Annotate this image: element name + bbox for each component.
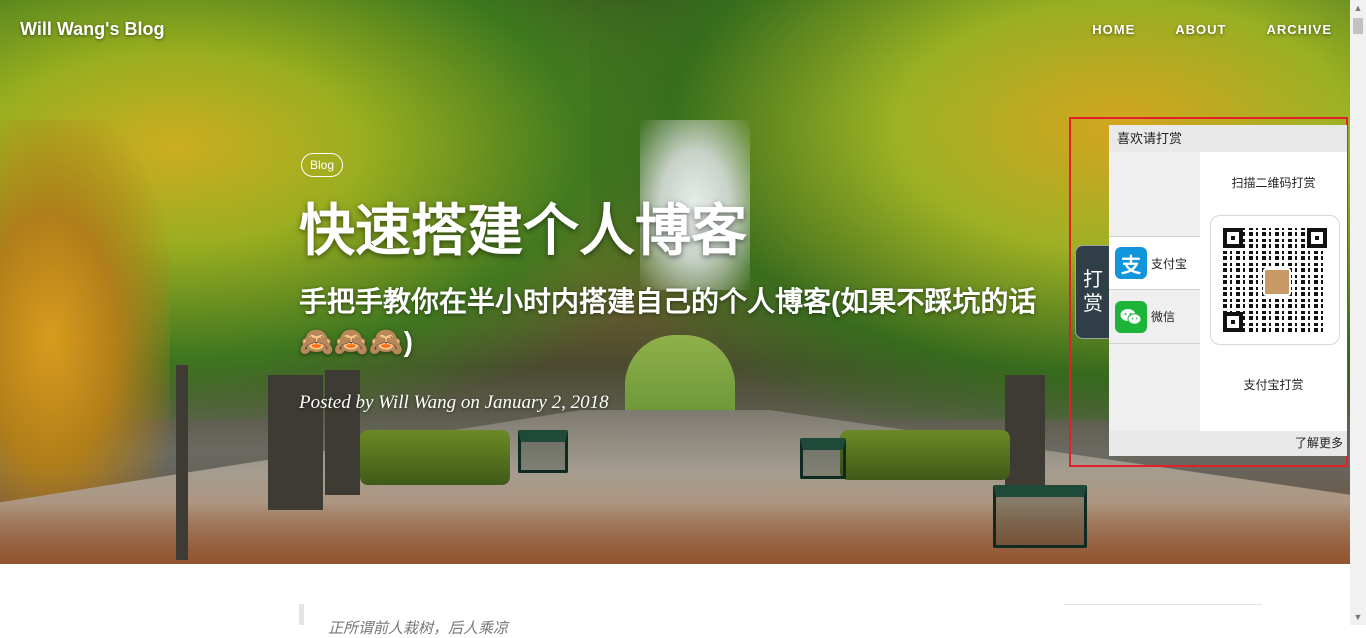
payment-method-alipay[interactable]: 支 支付宝 <box>1109 236 1200 290</box>
donate-header: 喜欢请打赏 <box>1109 125 1347 152</box>
hedge <box>360 430 510 485</box>
qr-code-frame <box>1210 215 1340 345</box>
scroll-up-arrow-icon[interactable]: ▲ <box>1350 0 1366 16</box>
qr-finder-pattern <box>1223 312 1243 332</box>
qr-area: 扫描二维码打赏 支付宝打赏 <box>1200 152 1347 431</box>
alipay-icon: 支 <box>1115 247 1147 279</box>
tree-trunk <box>325 370 360 495</box>
post-meta-prefix: Posted by <box>299 392 374 413</box>
park-bench <box>518 430 568 473</box>
blockquote-bar <box>299 604 304 625</box>
post-meta: Posted by Will Wang on January 2, 2018 <box>299 392 609 414</box>
learn-more-link[interactable]: 了解更多 <box>1109 431 1347 456</box>
donate-tab-char-2: 赏 <box>1083 293 1103 315</box>
post-meta-on: on <box>460 392 480 413</box>
nav-about[interactable]: ABOUT <box>1175 22 1226 37</box>
tree-trunk <box>1005 375 1045 495</box>
nav-home[interactable]: HOME <box>1092 22 1135 37</box>
donate-panel: 喜欢请打赏 支 支付宝 微信 扫描二维码打赏 支付宝打赏 了解更多 <box>1109 125 1347 456</box>
scroll-down-arrow-icon[interactable]: ▼ <box>1350 609 1366 625</box>
park-bench <box>993 485 1087 548</box>
donate-tab-button[interactable]: 打 赏 <box>1075 245 1110 339</box>
donate-tab-char-1: 打 <box>1083 269 1103 291</box>
main-nav: HOME ABOUT ARCHIVE <box>1092 22 1332 37</box>
qr-finder-pattern <box>1223 228 1243 248</box>
hedge <box>840 430 1010 480</box>
sidebar-divider <box>1064 604 1262 605</box>
post-author: Will Wang <box>378 392 457 413</box>
post-title: 快速搭建个人博客 <box>299 199 747 262</box>
site-brand-link[interactable]: Will Wang's Blog <box>20 19 164 40</box>
post-tag[interactable]: Blog <box>301 153 344 177</box>
post-subtitle: 手把手教你在半小时内搭建自己的个人博客(如果不踩坑的话🙈🙈🙈) <box>299 286 1037 357</box>
nav-archive[interactable]: ARCHIVE <box>1266 22 1332 37</box>
scrollbar-thumb[interactable] <box>1353 18 1363 34</box>
wechat-icon <box>1115 300 1147 333</box>
wechat-label: 微信 <box>1151 310 1176 324</box>
blockquote-text: 正所谓前人栽树，后人乘凉 <box>328 620 509 637</box>
page-scrollbar[interactable]: ▲ ▼ <box>1350 0 1366 625</box>
post-date: January 2, 2018 <box>484 392 609 413</box>
payment-method-list: 支 支付宝 微信 <box>1109 152 1200 431</box>
tree-trunk <box>176 365 188 560</box>
payment-method-wechat[interactable]: 微信 <box>1109 290 1200 344</box>
wechat-bubbles-icon <box>1120 308 1142 325</box>
selected-method-label: 支付宝打赏 <box>1243 378 1304 392</box>
qr-center-logo <box>1263 268 1291 296</box>
scan-instruction: 扫描二维码打赏 <box>1231 176 1316 190</box>
alipay-label: 支付宝 <box>1151 256 1188 271</box>
park-bench <box>800 438 846 479</box>
hero-fallen-leaves <box>0 470 1350 564</box>
qr-finder-pattern <box>1307 228 1327 248</box>
